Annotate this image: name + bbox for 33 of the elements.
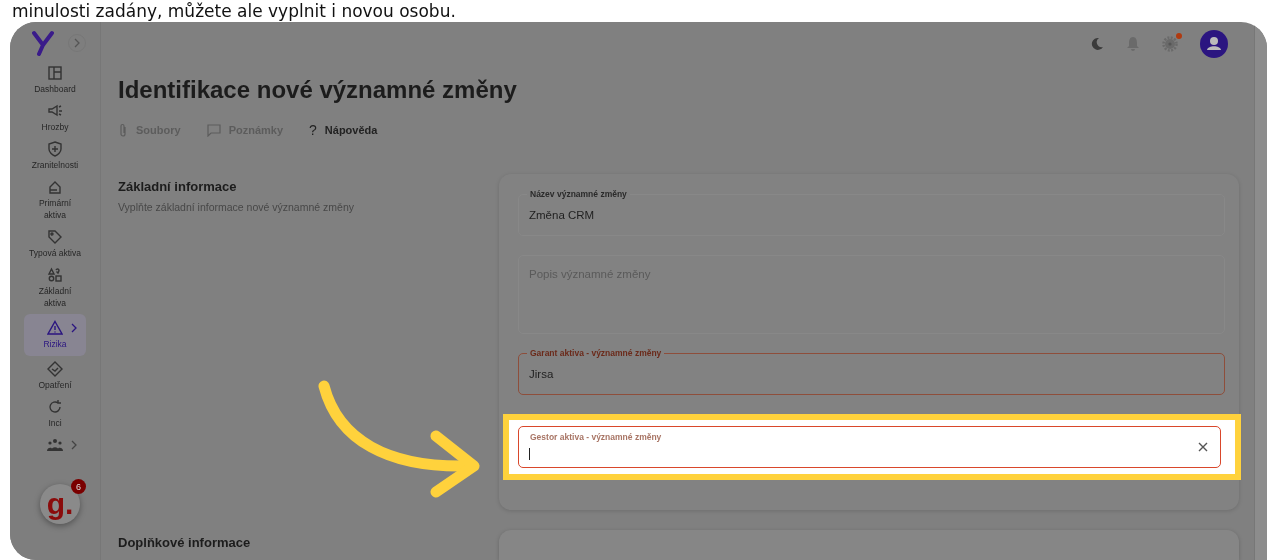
sidebar-item[interactable]: Hrozby <box>24 100 86 136</box>
shield-icon <box>47 141 63 157</box>
section-heading: Doplňkové informace <box>118 535 252 550</box>
refresh-icon <box>47 399 63 415</box>
sidebar-item[interactable]: Primární aktiva <box>24 176 86 224</box>
warning-icon <box>47 320 63 336</box>
sidebar-item[interactable]: Dashboard <box>24 62 86 98</box>
section-heading: Základní informace <box>118 179 238 194</box>
chevron-icon <box>73 38 81 48</box>
tab[interactable]: ? Nápověda <box>309 122 378 138</box>
sidebar-item[interactable]: Opatření <box>24 358 86 394</box>
page-title: Identifikace nové významné změny <box>118 76 518 104</box>
sidebar-item[interactable]: Rizika <box>24 314 86 356</box>
paperclip-icon <box>118 122 128 138</box>
sidebar-item[interactable]: Zranitelnosti <box>24 138 86 174</box>
input-field[interactable]: Gestor aktiva - významné změny <box>518 426 1221 468</box>
moon-icon[interactable] <box>1090 37 1104 51</box>
question-mark-icon: ? <box>309 122 317 138</box>
tag-icon <box>47 229 63 245</box>
sidebar-item[interactable]: Typová aktiva <box>24 226 86 262</box>
clear-icon[interactable] <box>1198 442 1208 452</box>
dashboard-icon <box>47 65 63 81</box>
caption-text: minulosti zadány, můžete ale vyplnit i novou osobu. <box>11 0 457 22</box>
logo-icon <box>32 30 54 56</box>
comment-icon <box>206 123 221 137</box>
people-icon <box>47 437 63 453</box>
shapes-icon <box>47 267 63 283</box>
avatar-icon[interactable] <box>1200 30 1228 58</box>
sidebar-item[interactable]: Inci <box>24 396 86 432</box>
sidebar-item[interactable]: Základní aktiva <box>24 264 86 312</box>
settings-icon[interactable] <box>1162 36 1178 52</box>
megaphone-icon <box>47 103 63 119</box>
notification-badge: 6 <box>71 479 86 494</box>
